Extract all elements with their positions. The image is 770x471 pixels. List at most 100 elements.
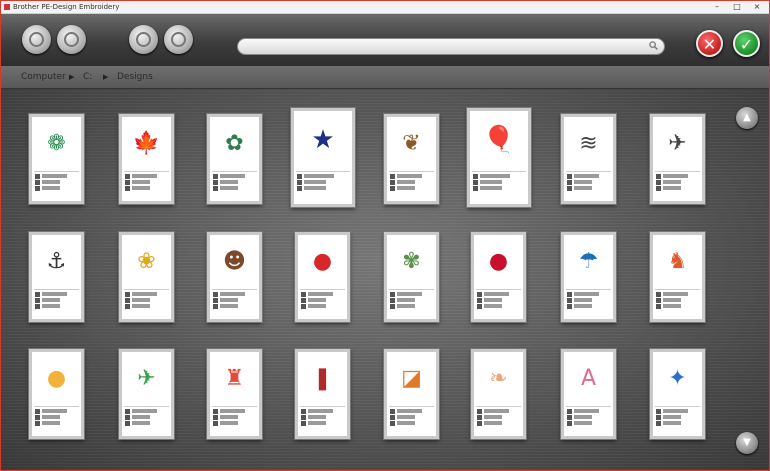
info-line bbox=[308, 420, 326, 425]
design-card-flower-bouquet[interactable]: ✾ bbox=[384, 232, 439, 322]
design-card-framed-bird[interactable]: ◪ bbox=[384, 349, 439, 439]
file-icon bbox=[35, 408, 40, 414]
ok-button[interactable]: ✓ bbox=[733, 30, 760, 57]
design-thumbnail: ✈ bbox=[653, 117, 702, 169]
design-card-butterfly[interactable]: ❦ bbox=[384, 114, 439, 204]
info-line bbox=[308, 303, 326, 308]
back-button[interactable] bbox=[57, 25, 86, 54]
ribbon-icon: ❚ bbox=[313, 365, 332, 391]
info-line bbox=[397, 420, 415, 425]
info-line bbox=[42, 179, 60, 184]
design-thumbnail: ● bbox=[474, 235, 523, 287]
file-icon bbox=[213, 173, 218, 179]
search-field[interactable] bbox=[237, 38, 665, 55]
design-card-balloon-figure[interactable]: ✦ bbox=[650, 349, 705, 439]
back-icon bbox=[64, 32, 79, 47]
design-card-sketch-flower[interactable]: ❧ bbox=[471, 349, 526, 439]
design-card-star[interactable]: ★ bbox=[291, 108, 355, 207]
home-button[interactable] bbox=[22, 25, 51, 54]
info-line bbox=[42, 408, 67, 413]
design-card-anchor[interactable]: ⚓ bbox=[29, 232, 84, 322]
breadcrumb-drive[interactable]: C: bbox=[83, 72, 92, 82]
stitch-icon bbox=[125, 414, 130, 420]
info-line bbox=[132, 408, 157, 413]
toy-plane-icon: ✈ bbox=[137, 365, 156, 391]
design-card-apples-pair[interactable]: ● bbox=[471, 232, 526, 322]
breadcrumb-separator-icon: ▶ bbox=[69, 73, 75, 81]
info-line bbox=[132, 185, 150, 190]
size-icon bbox=[477, 303, 482, 309]
info-line bbox=[220, 297, 238, 302]
design-thumbnail: A bbox=[564, 352, 613, 404]
search-input[interactable] bbox=[246, 40, 640, 55]
design-card-letter-a[interactable]: A bbox=[561, 349, 616, 439]
design-card-toy-plane[interactable]: ✈ bbox=[119, 349, 174, 439]
design-card-ducks-row[interactable]: ≋ bbox=[561, 114, 616, 204]
file-icon bbox=[390, 291, 395, 297]
design-card-floral-wreath[interactable]: ✿ bbox=[207, 114, 262, 204]
design-card-ribbon[interactable]: ❚ bbox=[295, 349, 350, 439]
folder-button[interactable] bbox=[164, 25, 193, 54]
size-icon bbox=[35, 185, 40, 191]
design-card-circle-ornament[interactable]: ❁ bbox=[29, 114, 84, 204]
design-info-panel bbox=[34, 405, 79, 434]
close-window-button[interactable]: × bbox=[747, 1, 767, 13]
minimize-button[interactable]: – bbox=[707, 1, 727, 13]
info-line bbox=[132, 420, 150, 425]
design-card-umbrella[interactable]: ☂ bbox=[561, 232, 616, 322]
design-card-robot[interactable]: ♜ bbox=[207, 349, 262, 439]
breadcrumb-computer[interactable]: Computer bbox=[21, 72, 66, 82]
design-card-airplane[interactable]: ✈ bbox=[650, 114, 705, 204]
design-info-panel bbox=[566, 170, 611, 199]
size-icon bbox=[390, 303, 395, 309]
breadcrumb-separator-icon: ▶ bbox=[103, 73, 109, 81]
design-info-panel bbox=[296, 170, 350, 202]
info-line bbox=[397, 297, 415, 302]
info-line bbox=[484, 297, 502, 302]
scroll-down-button[interactable]: ▼ bbox=[736, 432, 758, 454]
balloon-figure-icon: ✦ bbox=[668, 365, 687, 391]
design-card-apple[interactable]: ● bbox=[295, 232, 350, 322]
search-icon bbox=[649, 41, 658, 50]
design-card-bear-face[interactable]: ☻ bbox=[207, 232, 262, 322]
design-card-sun-circle[interactable]: ● bbox=[29, 349, 84, 439]
cancel-button[interactable]: ✕ bbox=[696, 30, 723, 57]
design-card-maple-leaf[interactable]: 🍁 bbox=[119, 114, 174, 204]
size-icon bbox=[125, 303, 130, 309]
stitch-icon bbox=[390, 414, 395, 420]
info-line bbox=[220, 291, 245, 296]
design-card-bear-cub[interactable]: ❀ bbox=[119, 232, 174, 322]
info-line bbox=[132, 173, 157, 178]
stitch-icon bbox=[125, 297, 130, 303]
window-title: Brother PE-Design Embroidery bbox=[13, 3, 120, 11]
info-line bbox=[484, 420, 502, 425]
design-card-horse-head[interactable]: ♞ bbox=[650, 232, 705, 322]
info-line bbox=[574, 185, 592, 190]
info-line bbox=[484, 291, 509, 296]
size-icon bbox=[301, 303, 306, 309]
info-line bbox=[484, 414, 502, 419]
design-thumbnail: ✿ bbox=[210, 117, 259, 169]
stitch-icon bbox=[213, 297, 218, 303]
info-line bbox=[574, 420, 592, 425]
design-thumbnail: ≋ bbox=[564, 117, 613, 169]
folder-icon bbox=[171, 32, 186, 47]
breadcrumb-designs[interactable]: Designs bbox=[117, 72, 153, 82]
info-line bbox=[308, 408, 333, 413]
design-info-panel bbox=[655, 405, 700, 434]
maximize-button[interactable]: □ bbox=[727, 1, 747, 13]
sun-circle-icon: ● bbox=[46, 365, 67, 391]
stitch-icon bbox=[567, 414, 572, 420]
design-thumbnail: ♜ bbox=[210, 352, 259, 404]
info-line bbox=[42, 291, 67, 296]
machine-button[interactable] bbox=[129, 25, 158, 54]
design-thumbnail: ★ bbox=[294, 111, 352, 169]
stitch-icon bbox=[473, 179, 478, 185]
info-line bbox=[397, 408, 422, 413]
butterfly-icon: ❦ bbox=[402, 130, 421, 156]
scroll-up-button[interactable]: ▲ bbox=[736, 107, 758, 129]
info-line bbox=[42, 297, 60, 302]
design-thumbnail: ❀ bbox=[122, 235, 171, 287]
design-info-panel bbox=[124, 288, 169, 317]
design-card-hot-air-balloon[interactable]: 🎈 bbox=[467, 108, 531, 207]
